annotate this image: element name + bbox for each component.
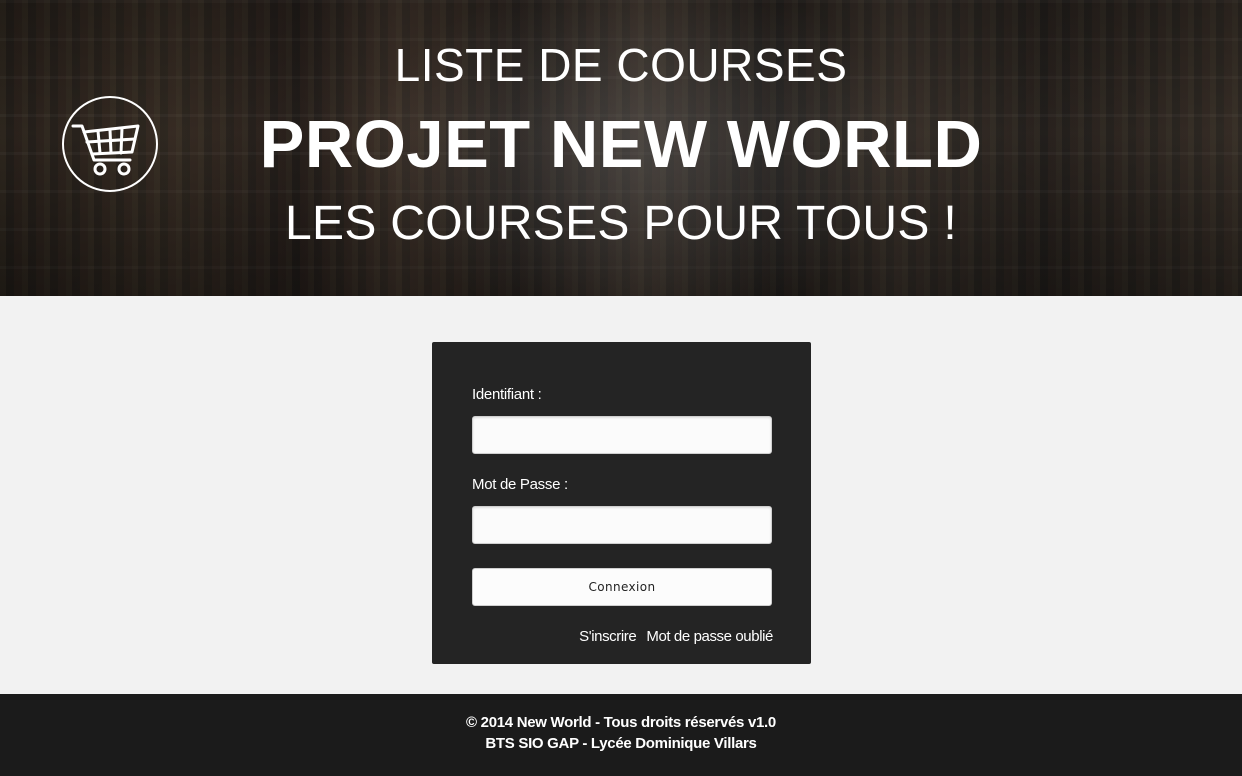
hero-title: PROJET NEW WORLD <box>259 107 983 182</box>
auth-links: S'inscrire Mot de passe oublié <box>579 628 773 645</box>
password-input[interactable] <box>472 506 772 544</box>
footer-school: BTS SIO GAP - Lycée Dominique Villars <box>485 735 757 752</box>
login-form: Identifiant : Mot de Passe : Connexion S… <box>432 342 811 664</box>
footer-copyright: © 2014 New World - Tous droits réservés … <box>466 714 776 731</box>
password-label: Mot de Passe : <box>472 476 568 493</box>
hero-subtitle: LISTE DE COURSES <box>394 39 848 91</box>
hero-tagline: LES COURSES POUR TOUS ! <box>285 197 957 250</box>
login-button[interactable]: Connexion <box>472 568 772 606</box>
forgot-password-link[interactable]: Mot de passe oublié <box>646 628 773 645</box>
username-label: Identifiant : <box>472 386 542 403</box>
page-footer: © 2014 New World - Tous droits réservés … <box>0 694 1242 776</box>
register-link[interactable]: S'inscrire <box>579 628 637 645</box>
username-input[interactable] <box>472 416 772 454</box>
hero-banner: LISTE DE COURSES PROJET NEW WORLD LES CO… <box>0 0 1242 296</box>
